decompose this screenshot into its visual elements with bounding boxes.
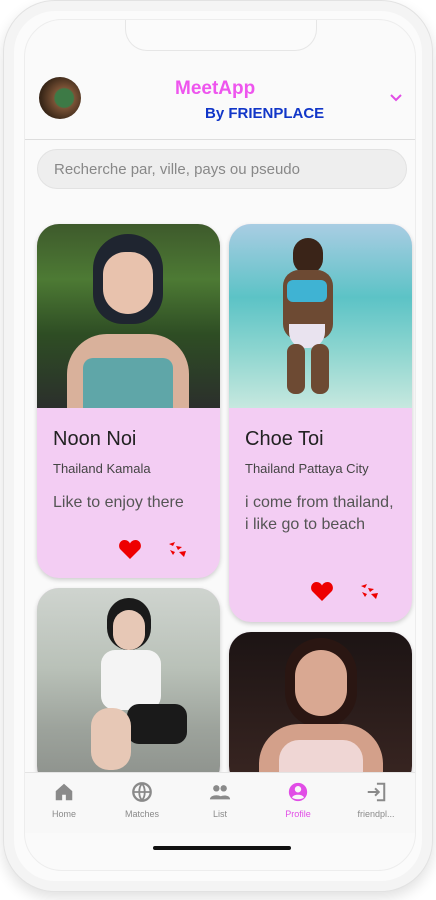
profile-photo [37, 588, 220, 788]
globe-icon [132, 782, 152, 802]
people-icon [209, 785, 231, 800]
card-body: Choe Toi Thailand Pattaya City i come fr… [229, 408, 412, 536]
profile-photo [37, 224, 220, 408]
card-actions [310, 580, 390, 602]
search-input[interactable]: Recherche par, ville, pays ou pseudo [37, 149, 407, 189]
card-actions [118, 538, 198, 560]
profile-description: Like to enjoy there [53, 494, 184, 511]
nav-friendplace[interactable]: friendpl... [341, 781, 411, 819]
home-indicator [153, 846, 291, 850]
profile-name: Choe Toi [245, 428, 324, 450]
app-subtitle: By FRIENPLACE [205, 105, 325, 122]
nav-profile[interactable]: Profile [263, 781, 333, 819]
phone-notch [125, 20, 317, 51]
phone-frame: MeetApp By FRIENPLACE Recherche par, vil… [3, 0, 433, 892]
profile-card[interactable] [37, 588, 220, 788]
nav-label: List [212, 809, 227, 819]
app-screen: MeetApp By FRIENPLACE Recherche par, vil… [24, 19, 416, 871]
home-icon [55, 783, 73, 801]
profile-card[interactable]: Noon Noi Thailand Kamala Like to enjoy t… [37, 224, 220, 578]
broken-heart-icon[interactable] [358, 580, 382, 602]
user-avatar[interactable] [39, 77, 81, 119]
nav-label: Home [51, 809, 76, 819]
nav-label: Matches [124, 809, 159, 819]
profile-card[interactable]: Choe Toi Thailand Pattaya City i come fr… [229, 224, 412, 622]
profile-name: Noon Noi [53, 428, 137, 450]
nav-home[interactable]: Home [29, 781, 99, 819]
account-circle-icon [288, 782, 308, 802]
bottom-navigation: Home Matches List Profile friendpl... [25, 772, 415, 833]
profile-card[interactable] [229, 632, 412, 788]
nav-matches[interactable]: Matches [107, 781, 177, 819]
app-header: MeetApp By FRIENPLACE [25, 75, 415, 140]
profile-location: Thailand Kamala [53, 461, 151, 476]
profile-photo [229, 632, 412, 788]
heart-icon[interactable] [310, 580, 334, 602]
nav-list[interactable]: List [185, 781, 255, 819]
card-body: Noon Noi Thailand Kamala Like to enjoy t… [37, 408, 220, 514]
app-title: MeetApp [175, 78, 256, 99]
broken-heart-icon[interactable] [166, 538, 190, 560]
nav-label: friendpl... [357, 809, 395, 819]
chevron-down-icon[interactable] [389, 91, 403, 105]
nav-label: Profile [285, 809, 311, 819]
profile-description: i come from thailand, i like go to beach [245, 494, 394, 533]
profile-location: Thailand Pattaya City [245, 461, 369, 476]
heart-icon[interactable] [118, 538, 142, 560]
login-icon [367, 782, 386, 802]
profile-photo [229, 224, 412, 408]
